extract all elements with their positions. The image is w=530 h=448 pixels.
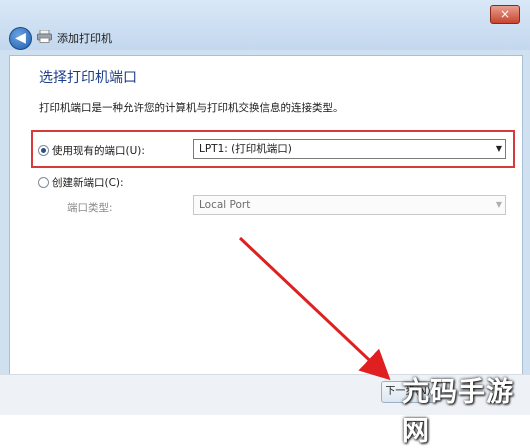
watermark: 亢码手游网 [402,377,514,447]
annotation-arrow [238,236,391,381]
arrow-annotation [238,236,391,381]
